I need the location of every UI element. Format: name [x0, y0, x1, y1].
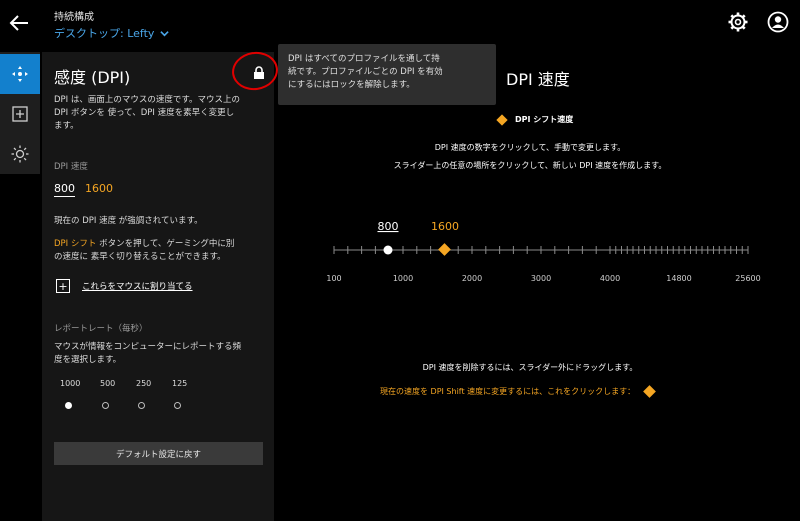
rate-label-125: 125 — [172, 379, 188, 388]
dpi-slider[interactable]: 800 1600 100 1000 2000 3000 4000 14800 2… — [320, 210, 770, 290]
device-name: デスクトップ: Lefty — [54, 27, 155, 40]
dpi-value-shift[interactable]: 1600 — [85, 182, 113, 197]
scale-label-25600: 25600 — [735, 274, 760, 283]
rail-item-assignments[interactable] — [0, 94, 40, 134]
instruction-2: スライダー上の任意の場所をクリックして、新しい DPI 速度を作成します。 — [393, 161, 667, 170]
slider-handle-shift[interactable] — [438, 243, 451, 256]
main-title: DPI 速度 — [506, 70, 570, 89]
chevron-down-icon — [160, 30, 170, 36]
dpi-value-active[interactable]: 800 — [54, 182, 75, 197]
instruction-1: DPI 速度の数字をクリックして、手動で変更します。 — [434, 143, 626, 152]
profile-label: 持続構成 — [54, 12, 94, 23]
dpi-value-list: 800 1600 — [54, 182, 113, 197]
current-dpi-note: 現在の DPI 速度 が強調されています。 — [54, 216, 203, 226]
assign-link-text: これらをマウスに割り当てる — [82, 282, 193, 292]
shift-hint-row: 現在の速度を DPI Shift 速度に変更するには、これをクリックします： — [380, 385, 657, 398]
scale-label-14800: 14800 — [666, 274, 691, 283]
report-rate-label: レポートレート（毎秒） — [54, 324, 148, 334]
back-arrow-icon[interactable] — [8, 12, 30, 34]
pointer-settings-icon — [12, 66, 28, 82]
rate-radio-125[interactable] — [174, 402, 181, 409]
panel-title: 感度 (DPI) — [54, 68, 131, 87]
delete-hint: DPI 速度を削除するには、スライダー外にドラッグします。 — [422, 363, 638, 372]
panel-description: DPI は、画面上のマウスの速度です。マウス上の DPI ボタンを 使って、DP… — [54, 95, 241, 131]
add-icon: + — [56, 279, 70, 293]
shift-hint-text: 現在の速度を DPI Shift 速度に変更するには、これをクリックします： — [380, 387, 636, 396]
dpi-shift-word: DPI シフト — [54, 239, 97, 249]
dpi-shift-description: DPI シフト ボタンを押して、ゲーミング中に別 の速度に 素早く切り替えること… — [54, 239, 235, 262]
rate-radio-500[interactable] — [102, 402, 109, 409]
slider-value-shift[interactable]: 1600 — [431, 220, 459, 233]
rate-label-1000: 1000 — [60, 379, 81, 388]
rate-label-500: 500 — [100, 379, 116, 388]
report-rate-description: マウスが情報をコンピューターにレポートする頻 度を選択します。 — [54, 342, 242, 365]
rate-radio-250[interactable] — [138, 402, 145, 409]
scale-label-1000: 1000 — [393, 274, 413, 283]
rail-item-lighting[interactable] — [0, 134, 40, 174]
scale-label-2000: 2000 — [462, 274, 482, 283]
shift-diamond-button-icon[interactable] — [643, 385, 657, 398]
lighting-icon — [11, 145, 29, 163]
sensitivity-panel: 感度 (DPI) DPI は、画面上のマウスの速度です。マウス上の DPI ボタ… — [42, 48, 281, 521]
reset-defaults-button[interactable]: デフォルト設定に戻す — [54, 442, 263, 465]
add-assignment-icon — [12, 106, 28, 122]
lock-tooltip: DPI はすべてのプロファイルを通して持 続です。プロファイルごとの DPI を… — [278, 44, 496, 105]
slider-scale-labels: 100 1000 2000 3000 4000 14800 25600 — [326, 274, 760, 283]
scale-label-100: 100 — [326, 274, 341, 283]
dpi-shift-legend: DPI シフト速度 — [496, 113, 574, 126]
slider-value-active[interactable]: 800 — [378, 220, 399, 233]
slider-handle-active[interactable] — [383, 245, 393, 255]
scale-label-4000: 4000 — [600, 274, 620, 283]
shift-legend-label: DPI シフト速度 — [515, 115, 574, 124]
rate-radio-1000[interactable] — [65, 402, 72, 409]
assign-to-mouse-link[interactable]: + これらをマウスに割り当てる — [56, 279, 193, 293]
rate-label-250: 250 — [136, 379, 152, 388]
scale-label-3000: 3000 — [531, 274, 551, 283]
left-rail — [0, 52, 40, 174]
lock-icon[interactable] — [253, 66, 265, 80]
user-icon[interactable] — [767, 11, 789, 33]
shift-diamond-icon — [496, 113, 508, 126]
gear-icon[interactable] — [727, 11, 749, 33]
device-selector[interactable]: デスクトップ: Lefty — [54, 25, 170, 41]
rail-item-pointer[interactable] — [0, 54, 40, 94]
dpi-speed-label: DPI 速度 — [54, 162, 88, 172]
